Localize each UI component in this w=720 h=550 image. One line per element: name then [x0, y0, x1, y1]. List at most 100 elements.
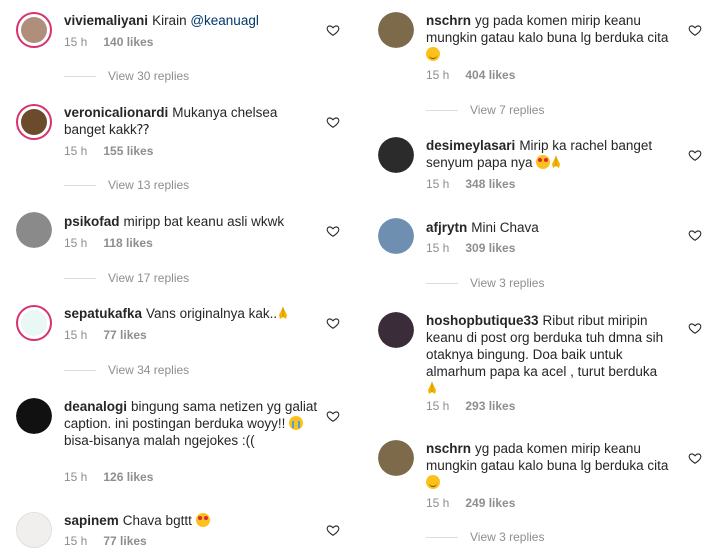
avatar[interactable]	[378, 137, 414, 173]
likes-count[interactable]: 155 likes	[103, 144, 153, 158]
avatar[interactable]	[16, 512, 52, 548]
like-heart-icon[interactable]	[688, 228, 702, 242]
view-replies-label: View 17 replies	[108, 271, 190, 285]
username[interactable]: viviemaliyani	[64, 13, 148, 28]
likes-count[interactable]: 404 likes	[465, 68, 515, 82]
like-heart-icon[interactable]	[688, 321, 702, 335]
comment-body: afjrytn Mini Chava	[426, 219, 682, 236]
view-replies-button[interactable]: View 3 replies	[426, 276, 544, 290]
avatar[interactable]	[378, 312, 414, 348]
like-heart-icon[interactable]	[688, 23, 702, 37]
avatar[interactable]	[378, 12, 414, 48]
comments-column-right: nschrn yg pada komen mirip keanu mungkin …	[362, 0, 718, 550]
like-heart-icon[interactable]	[688, 148, 702, 162]
likes-count[interactable]: 126 likes	[103, 470, 153, 484]
view-replies-label: View 7 replies	[470, 103, 545, 117]
like-heart-icon[interactable]	[326, 523, 340, 537]
avatar[interactable]	[16, 12, 52, 48]
like-heart-icon[interactable]	[326, 409, 340, 423]
username[interactable]: nschrn	[426, 441, 471, 456]
like-heart-icon[interactable]	[326, 316, 340, 330]
view-replies-button[interactable]: View 30 replies	[64, 69, 189, 83]
timestamp: 15 h	[64, 470, 88, 484]
comment-text: Chava bgttt	[122, 513, 196, 528]
likes-count[interactable]: 140 likes	[103, 35, 153, 49]
smile-emoji-icon	[426, 47, 440, 61]
view-replies-button[interactable]: View 34 replies	[64, 363, 189, 377]
pray-emoji-icon	[552, 156, 561, 168]
comment-body: nschrn yg pada komen mirip keanu mungkin …	[426, 440, 682, 491]
username[interactable]: desimeylasari	[426, 138, 515, 153]
timestamp: 15 h	[426, 241, 450, 255]
replies-divider	[64, 75, 96, 77]
replies-divider	[426, 109, 458, 111]
replies-divider	[426, 282, 458, 284]
comment-body: sepatukafka Vans originalnya kak..	[64, 305, 320, 322]
likes-count[interactable]: 309 likes	[465, 241, 515, 255]
avatar[interactable]	[16, 104, 52, 140]
avatar[interactable]	[16, 398, 52, 434]
view-replies-label: View 3 replies	[470, 530, 545, 544]
comment-meta: 15 h 126 likes	[64, 470, 153, 484]
comment-body: psikofad miripp bat keanu asli wkwk	[64, 213, 320, 230]
comment-text-continued: bisa-bisanya malah ngejokes :((	[64, 433, 255, 448]
likes-count[interactable]: 348 likes	[465, 177, 515, 191]
view-replies-button[interactable]: View 17 replies	[64, 271, 189, 285]
like-heart-icon[interactable]	[688, 451, 702, 465]
comment-body: sapinem Chava bgttt	[64, 512, 320, 529]
comment-body: veronicalionardi Mukanya chelsea banget k…	[64, 104, 320, 138]
username[interactable]: veronicalionardi	[64, 105, 168, 120]
comment-text: Mini Chava	[471, 220, 539, 235]
avatar[interactable]	[16, 305, 52, 341]
username[interactable]: deanalogi	[64, 399, 127, 414]
username[interactable]: nschrn	[426, 13, 471, 28]
username[interactable]: sapinem	[64, 513, 119, 528]
avatar[interactable]	[378, 218, 414, 254]
like-heart-icon[interactable]	[326, 224, 340, 238]
timestamp: 15 h	[426, 496, 450, 510]
comment-meta: 15 h 77 likes	[64, 534, 147, 548]
timestamp: 15 h	[426, 68, 450, 82]
likes-count[interactable]: 293 likes	[465, 399, 515, 413]
view-replies-button[interactable]: View 7 replies	[426, 103, 544, 117]
timestamp: 15 h	[64, 534, 88, 548]
comment-body: nschrn yg pada komen mirip keanu mungkin …	[426, 12, 682, 63]
view-replies-button[interactable]: View 3 replies	[426, 530, 544, 544]
avatar[interactable]	[16, 212, 52, 248]
view-replies-label: View 30 replies	[108, 69, 190, 83]
replies-divider	[426, 536, 458, 538]
username[interactable]: hoshopbutique33	[426, 313, 539, 328]
timestamp: 15 h	[64, 144, 88, 158]
replies-divider	[64, 369, 96, 371]
comment-text: Vans originalnya kak..	[146, 306, 278, 321]
username[interactable]: sepatukafka	[64, 306, 142, 321]
avatar[interactable]	[378, 440, 414, 476]
comment-text: Kirain	[152, 13, 191, 28]
username[interactable]: afjrytn	[426, 220, 467, 235]
view-replies-button[interactable]: View 13 replies	[64, 178, 189, 192]
comment-body: viviemaliyani Kirain @keanuagl	[64, 12, 320, 29]
like-heart-icon[interactable]	[326, 23, 340, 37]
likes-count[interactable]: 249 likes	[465, 496, 515, 510]
comment-meta: 15 h 293 likes	[426, 399, 515, 413]
replies-divider	[64, 184, 96, 186]
comments-column-left: viviemaliyani Kirain @keanuagl 15 h 140 li…	[0, 0, 356, 550]
timestamp: 15 h	[426, 177, 450, 191]
likes-count[interactable]: 77 likes	[103, 534, 146, 548]
comment-meta: 15 h 309 likes	[426, 241, 515, 255]
like-heart-icon[interactable]	[326, 115, 340, 129]
likes-count[interactable]: 118 likes	[103, 236, 152, 250]
timestamp: 15 h	[64, 328, 88, 342]
username[interactable]: psikofad	[64, 214, 120, 229]
view-replies-label: View 34 replies	[108, 363, 190, 377]
comment-body: hoshopbutique33 Ribut ribut miripin keanu…	[426, 312, 682, 397]
comment-text: miripp bat keanu asli wkwk	[123, 214, 285, 229]
likes-count[interactable]: 77 likes	[103, 328, 146, 342]
timestamp: 15 h	[64, 236, 88, 250]
comment-meta: 15 h 118 likes	[64, 236, 153, 250]
comment-meta: 15 h 249 likes	[426, 496, 515, 510]
replies-divider	[64, 277, 96, 279]
comment-meta: 15 h 404 likes	[426, 68, 515, 82]
heart-eyes-emoji-icon	[536, 155, 551, 169]
mention-link[interactable]: @keanuagl	[190, 13, 259, 28]
